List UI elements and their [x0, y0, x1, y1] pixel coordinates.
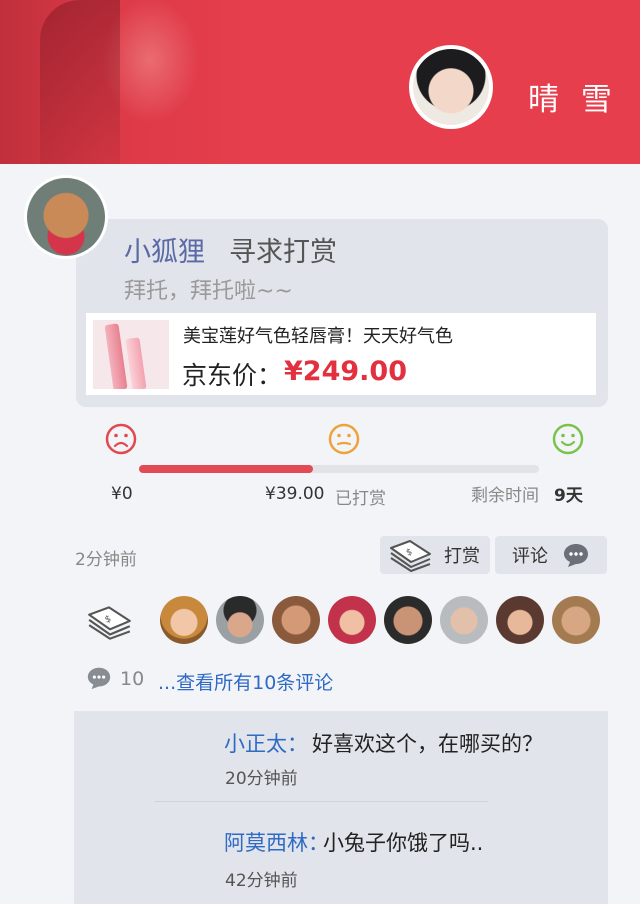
- tipper-avatar[interactable]: [496, 596, 544, 644]
- comment-author[interactable]: 阿莫西林：: [224, 827, 329, 857]
- progress-start-label: ¥0: [111, 484, 133, 504]
- happy-face-icon: [552, 423, 584, 455]
- neutral-face-icon: [328, 423, 360, 455]
- remaining-time-value: 9天: [554, 486, 583, 506]
- comment-text: 小兔子你饿了吗..: [323, 831, 484, 855]
- post-action-text: 寻求打赏: [229, 237, 337, 268]
- tipper-avatar[interactable]: [216, 596, 264, 644]
- tip-button-label: 打赏: [444, 546, 480, 567]
- comment-button[interactable]: 评论: [495, 536, 607, 574]
- tipper-avatar[interactable]: [160, 596, 208, 644]
- tipper-avatar[interactable]: [384, 596, 432, 644]
- comment-time: 20分钟前: [225, 769, 298, 789]
- post-subtitle: 拜托，拜托啦~~: [124, 279, 293, 304]
- product-image: [93, 320, 169, 389]
- money-stack-icon: $: [390, 540, 431, 572]
- tip-progress-fill: [139, 465, 313, 473]
- tip-button[interactable]: $ 打赏: [380, 536, 490, 574]
- post-time: 2分钟前: [75, 550, 137, 570]
- post-author-name[interactable]: 小狐狸: [124, 230, 205, 269]
- see-all-comments-link[interactable]: ...查看所有10条评论: [158, 668, 333, 695]
- comment-bubble-icon: [564, 544, 588, 567]
- money-stack-icon: $: [88, 606, 131, 640]
- sad-face-icon: [105, 423, 137, 455]
- tipper-avatar[interactable]: [328, 596, 376, 644]
- tipper-avatar[interactable]: [440, 596, 488, 644]
- product-price: ¥249.00: [284, 356, 407, 387]
- post-author-avatar[interactable]: [24, 175, 108, 259]
- comment-author[interactable]: 小正太：: [224, 728, 308, 758]
- tipper-avatar[interactable]: [552, 596, 600, 644]
- product-title: 美宝莲好气色轻唇膏！天天好气色: [183, 326, 453, 347]
- progress-current-label: 已打赏: [335, 489, 386, 509]
- comment-button-label: 评论: [512, 546, 548, 567]
- tipper-avatar[interactable]: [272, 596, 320, 644]
- product-price-label: 京东价：: [182, 361, 283, 390]
- comment-divider: [155, 801, 488, 802]
- comment-bubble-icon: [87, 667, 111, 690]
- progress-current-amount: ¥39.00: [265, 484, 325, 504]
- comment-text: 好喜欢这个，在哪买的？: [312, 732, 543, 756]
- header-user-avatar[interactable]: [409, 45, 493, 129]
- comment-count: 10: [120, 668, 145, 690]
- header-user-name: 晴 雪: [528, 82, 618, 118]
- header-background-photo: [0, 0, 260, 164]
- remaining-time-label: 剩余时间: [471, 486, 539, 506]
- comment-time: 42分钟前: [225, 871, 298, 891]
